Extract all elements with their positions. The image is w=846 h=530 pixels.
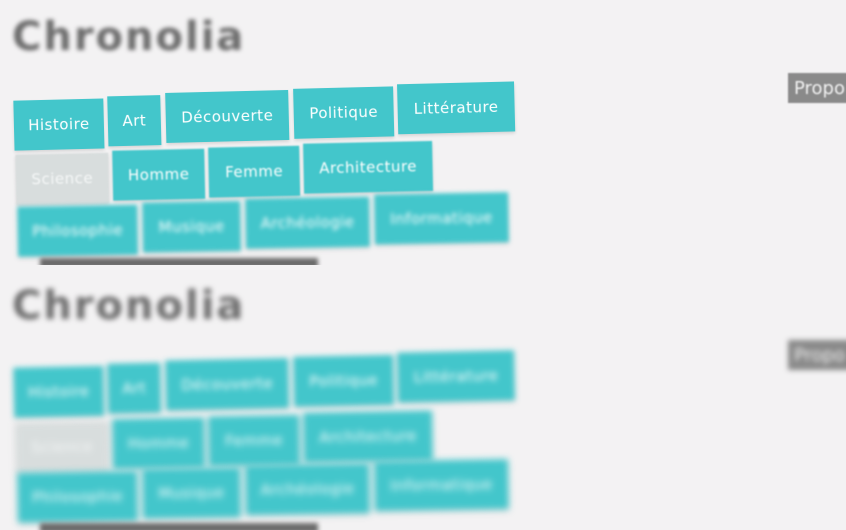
tag-archeologie[interactable]: Archéologie [245,463,370,516]
footer-bar [40,523,318,530]
tag-informatique[interactable]: Informatique [374,459,509,512]
propose-label: Propo [794,344,845,366]
tag-art[interactable]: Art [107,95,162,147]
bottom-panel: Chronolia Propo Histoire Art Découverte … [0,265,846,530]
tag-politique[interactable]: Politique [293,86,395,139]
tag-decouverte[interactable]: Découverte [165,357,290,411]
tag-architecture[interactable]: Architecture [303,140,434,194]
top-panel: Chronolia Propo Histoire Art Découverte … [0,0,846,265]
tag-musique[interactable]: Musique [142,467,241,519]
footer-bar [40,258,318,265]
tag-informatique[interactable]: Informatique [374,192,509,245]
app-title-reflection: Chronolia [12,283,246,329]
tag-art[interactable]: Art [107,362,162,414]
tag-decouverte[interactable]: Découverte [165,89,290,143]
tag-archeologie[interactable]: Archéologie [245,196,370,249]
app-title: Chronolia [12,14,246,60]
propose-button-reflection[interactable]: Propo [788,340,846,370]
tag-politique[interactable]: Politique [293,354,395,407]
propose-button[interactable]: Propo [788,73,846,103]
tag-musique[interactable]: Musique [142,200,242,253]
tag-philosophie[interactable]: Philosophie [17,204,139,257]
tag-litterature[interactable]: Littérature [397,81,516,135]
tag-litterature[interactable]: Littérature [397,350,516,403]
propose-label: Propo [794,77,845,99]
category-row-3-reflection: Philosophie Musique Archéologie Informat… [0,452,541,523]
tag-philosophie[interactable]: Philosophie [17,470,138,523]
category-row-3: Philosophie Musique Archéologie Informat… [0,185,541,257]
